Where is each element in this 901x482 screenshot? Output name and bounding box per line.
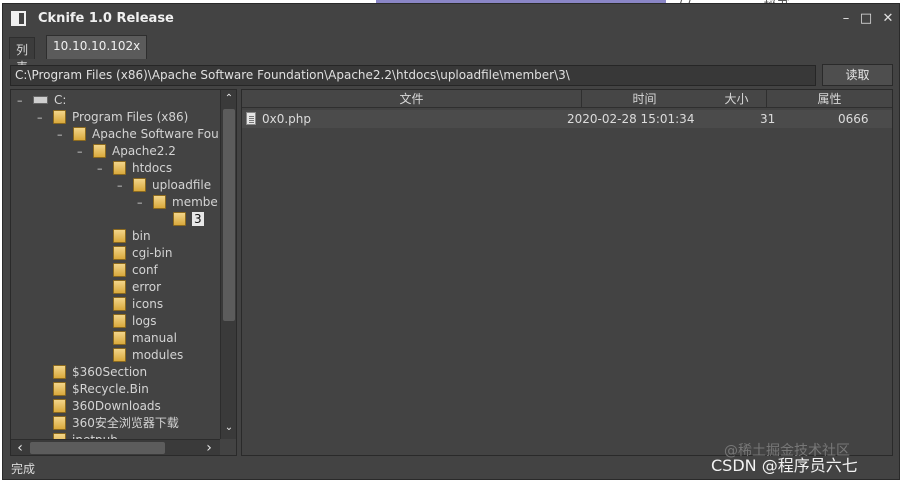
- read-button[interactable]: 读取: [822, 64, 893, 86]
- file-list-header: 文件 时间 大小 属性: [242, 90, 892, 108]
- folder-icon: [113, 348, 126, 362]
- tree-item[interactable]: conf: [113, 262, 158, 279]
- title-bar[interactable]: Cknife 1.0 Release – □ ✕: [3, 4, 899, 34]
- column-header-attr[interactable]: 属性: [767, 90, 892, 108]
- tree-item-label: modules: [132, 348, 184, 362]
- tree-item-label: Apache Software Fou: [92, 127, 219, 141]
- tree-item-label: $360Section: [72, 365, 148, 379]
- folder-icon: [113, 314, 126, 328]
- tree-item-label: logs: [132, 314, 157, 328]
- collapse-icon[interactable]: –: [137, 194, 143, 211]
- tree-item-label: 360安全浏览器下载: [72, 416, 179, 430]
- tree-item-label: manual: [132, 331, 177, 345]
- window-title: Cknife 1.0 Release: [38, 11, 174, 26]
- tree-item[interactable]: $Recycle.Bin: [53, 381, 149, 398]
- tree-item[interactable]: manual: [113, 330, 177, 347]
- file-icon: [246, 112, 256, 125]
- tree-item-label: uploadfile: [152, 178, 212, 192]
- collapse-icon[interactable]: –: [17, 92, 23, 109]
- folder-icon: [113, 229, 126, 243]
- folder-icon: [113, 263, 126, 277]
- column-header-time[interactable]: 时间: [582, 90, 707, 108]
- scroll-down-icon[interactable]: ⌄: [222, 421, 236, 435]
- folder-icon: [133, 178, 146, 192]
- tree-item-selected[interactable]: 3: [173, 211, 204, 228]
- tree-item-label: error: [132, 280, 162, 294]
- drive-icon: [33, 96, 48, 104]
- status-text: 完成: [11, 462, 36, 476]
- tree-horizontal-scrollbar[interactable]: ‹ ›: [11, 439, 220, 455]
- tree-item-label: $Recycle.Bin: [72, 382, 149, 396]
- folder-icon: [153, 195, 166, 209]
- tree-item-label: 3: [192, 212, 204, 226]
- collapse-icon[interactable]: –: [117, 177, 123, 194]
- tree-item-label: icons: [132, 297, 164, 311]
- tree-item-label: Apache2.2: [112, 144, 176, 158]
- folder-icon: [53, 416, 66, 430]
- tree-item[interactable]: logs: [113, 313, 157, 330]
- tree-item-label: cgi-bin: [132, 246, 173, 260]
- folder-icon: [93, 144, 106, 158]
- tree-item-label: membe: [172, 195, 218, 209]
- collapse-icon[interactable]: –: [97, 160, 103, 177]
- cknife-window: Cknife 1.0 Release – □ ✕ 列表 10.10.10.102…: [2, 3, 900, 480]
- file-time: 2020-02-28 15:01:34: [567, 112, 695, 126]
- folder-icon: [113, 161, 126, 175]
- tree-item[interactable]: 360安全浏览器下载: [53, 415, 179, 432]
- folder-icon: [53, 382, 66, 396]
- close-button[interactable]: ✕: [880, 11, 896, 27]
- folder-icon: [53, 365, 66, 379]
- tree-item-label: 360Downloads: [72, 399, 161, 413]
- table-row[interactable]: 0x0.php 2020-02-28 15:01:34 31 0666: [242, 110, 892, 128]
- collapse-icon[interactable]: –: [37, 109, 43, 126]
- file-name-cell: 0x0.php: [246, 110, 311, 128]
- folder-icon: [113, 297, 126, 311]
- tree-item[interactable]: cgi-bin: [113, 245, 172, 262]
- file-list[interactable]: 文件 时间 大小 属性 0x0.php 2020-02-28 15:01:34 …: [241, 89, 893, 456]
- tree-item-label: htdocs: [132, 161, 173, 175]
- folder-icon: [173, 212, 186, 226]
- tree-item-label: Program Files (x86): [72, 110, 189, 124]
- folder-icon: [53, 110, 66, 124]
- path-input[interactable]: C:\Program Files (x86)\Apache Software F…: [10, 65, 816, 86]
- folder-icon: [113, 246, 126, 260]
- scroll-right-icon[interactable]: ›: [202, 441, 216, 455]
- tree-item[interactable]: modules: [113, 347, 183, 364]
- collapse-icon[interactable]: –: [57, 126, 63, 143]
- scroll-thumb[interactable]: [223, 109, 235, 321]
- tree-item-label: conf: [132, 263, 158, 277]
- file-size: 31: [760, 112, 776, 126]
- app-icon: [11, 11, 26, 26]
- tree-item[interactable]: $360Section: [53, 364, 147, 381]
- file-attr: 0666: [838, 112, 869, 126]
- watermark: CSDN @程序员六七: [711, 456, 858, 475]
- folder-icon: [113, 331, 126, 345]
- tree-item[interactable]: bin: [113, 228, 151, 245]
- tree-item-label: bin: [132, 229, 151, 243]
- directory-tree[interactable]: – C: – Program Files (x86) – Apache Soft…: [10, 89, 237, 456]
- tree-vertical-scrollbar[interactable]: ⌃ ⌄: [220, 90, 236, 439]
- tab-target[interactable]: 10.10.10.102x: [46, 35, 148, 59]
- scroll-left-icon[interactable]: ‹: [13, 441, 27, 455]
- column-header-size[interactable]: 大小: [707, 90, 767, 108]
- file-name: 0x0.php: [262, 112, 312, 126]
- minimize-button[interactable]: –: [838, 11, 854, 27]
- collapse-icon[interactable]: –: [77, 143, 83, 160]
- tree-item[interactable]: icons: [113, 296, 163, 313]
- tree-item[interactable]: error: [113, 279, 161, 296]
- maximize-button[interactable]: □: [858, 11, 874, 27]
- folder-icon: [113, 280, 126, 294]
- tree-item-label: C:: [54, 93, 67, 107]
- folder-icon: [73, 127, 86, 141]
- tree-item[interactable]: 360Downloads: [53, 398, 161, 415]
- column-header-name[interactable]: 文件: [242, 90, 582, 108]
- tab-list[interactable]: 列表: [9, 37, 36, 74]
- scroll-up-icon[interactable]: ⌃: [222, 92, 236, 106]
- scroll-thumb[interactable]: [30, 442, 165, 454]
- folder-icon: [53, 399, 66, 413]
